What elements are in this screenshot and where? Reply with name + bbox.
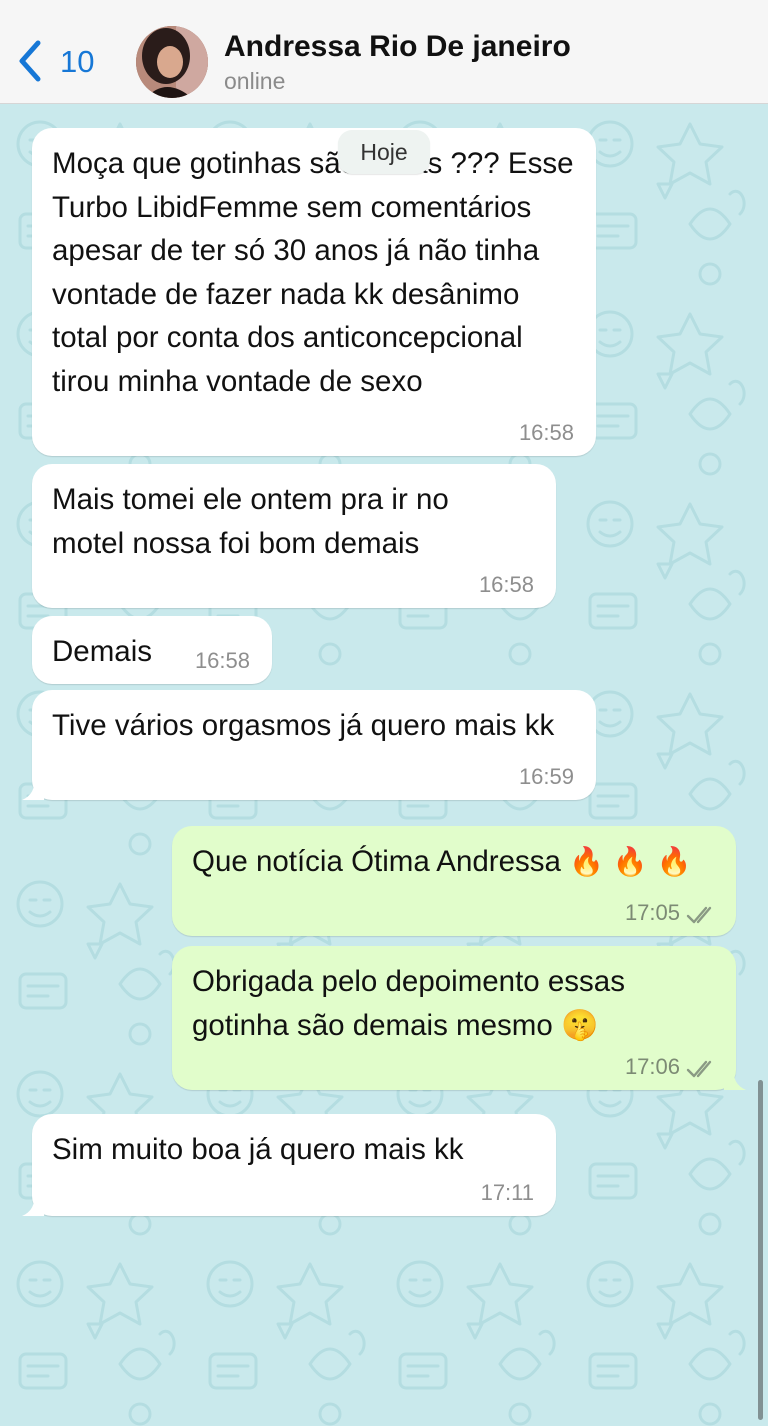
fire-emoji: 🔥 🔥 🔥 (569, 845, 692, 878)
bubble-tail (22, 778, 44, 800)
date-separator: Hoje (338, 130, 430, 174)
message-text: Tive vários orgasmos já quero mais kk (52, 709, 555, 742)
message-time: 16:58 (478, 572, 534, 597)
message-text: Que notícia Ótima Andressa 🔥 🔥 🔥 (192, 845, 692, 878)
message-time: 16:58 (518, 420, 574, 445)
message-incoming[interactable]: Mais tomei ele ontem pra ir no motel nos… (32, 464, 556, 608)
message-text: Obrigada pelo depoimento essas gotinha s… (192, 965, 625, 1043)
shushing-face-emoji: 🤫 (560, 1007, 599, 1043)
message-incoming[interactable]: Moça que gotinhas são essas ??? Esse Tur… (32, 128, 596, 456)
chat-area[interactable]: Hoje Moça que gotinhas são essas ??? Ess… (0, 104, 768, 1426)
message-incoming[interactable]: Demais 16:58 (32, 616, 272, 684)
message-text: Moça que gotinhas são essas ??? Esse Tur… (52, 147, 574, 398)
chevron-left-icon[interactable] (14, 38, 48, 84)
bubble-tail (22, 1194, 44, 1216)
message-time: 17:05 (624, 900, 680, 925)
message-text: Sim muito boa já quero mais kk (52, 1133, 464, 1166)
double-check-read-icon (686, 1060, 712, 1078)
message-outgoing[interactable]: Obrigada pelo depoimento essas gotinha s… (172, 946, 746, 1090)
message-time: 16:58 (194, 648, 250, 673)
message-time: 17:06 (624, 1054, 680, 1079)
message-outgoing[interactable]: Que notícia Ótima Andressa 🔥 🔥 🔥 17:05 (172, 826, 736, 936)
message-incoming[interactable]: Sim muito boa já quero mais kk 17:11 (22, 1114, 556, 1216)
scrollbar[interactable] (758, 1080, 763, 1420)
chat-header: 10 Andressa Rio De janeiro online (0, 0, 768, 104)
contact-name[interactable]: Andressa Rio De janeiro (224, 30, 571, 64)
message-time: 17:11 (480, 1180, 534, 1205)
back-button-unread-count[interactable]: 10 (60, 44, 94, 80)
message-text: Mais tomei ele ontem pra ir no motel nos… (52, 483, 449, 560)
bubble-tail (724, 1068, 746, 1090)
contact-status: online (224, 68, 286, 94)
message-incoming[interactable]: Tive vários orgasmos já quero mais kk 16… (22, 690, 596, 800)
avatar[interactable] (136, 26, 208, 98)
double-check-read-icon (686, 906, 712, 924)
message-time: 16:59 (518, 764, 574, 789)
